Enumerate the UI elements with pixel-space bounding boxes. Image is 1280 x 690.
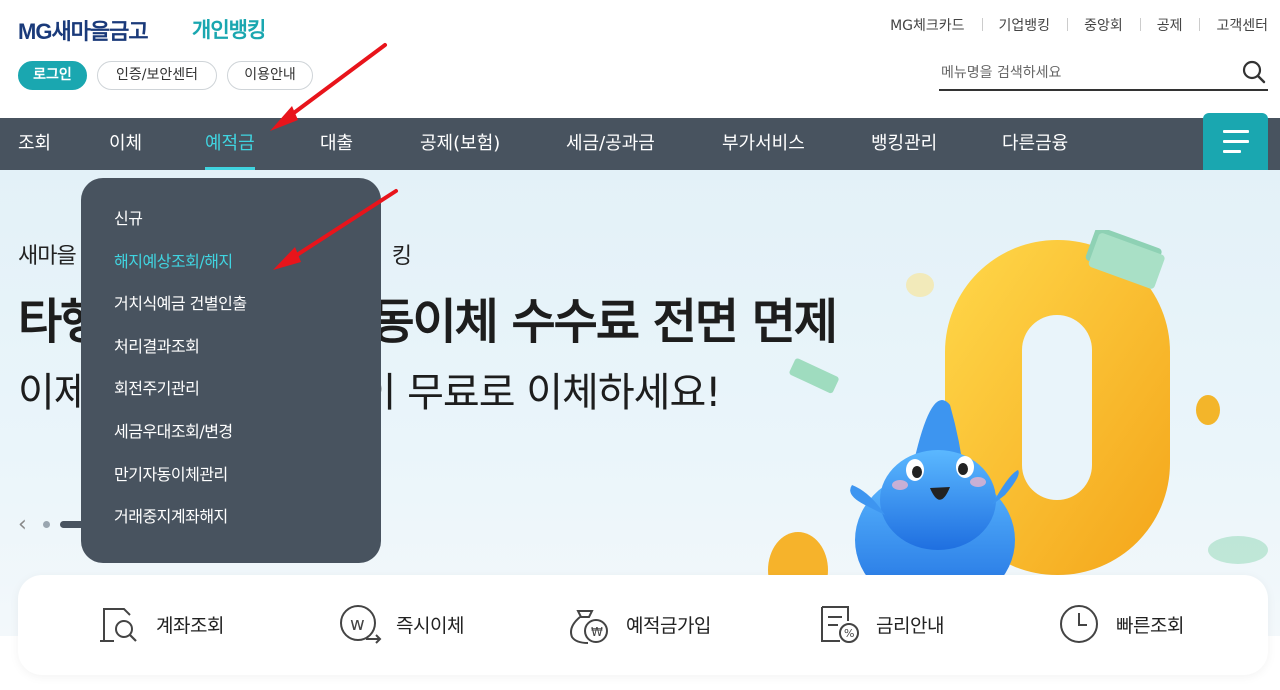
submenu-dormant-account-termination[interactable]: 거래중지계좌해지 — [81, 503, 381, 546]
quick-fast-inquiry[interactable]: 빠른조회 — [1058, 603, 1184, 645]
nav-taxes[interactable]: 세금/공과금 — [566, 118, 655, 170]
submenu-termination-inquiry[interactable]: 해지예상조회/해지 — [81, 248, 381, 291]
money-bag-icon: ₩ — [570, 610, 608, 644]
deposits-submenu: 신규 해지예상조회/해지 거치식예금 건별인출 처리결과조회 회전주기관리 세금… — [81, 178, 381, 563]
utility-links: MG체크카드 기업뱅킹 중앙회 공제 고객센터 — [873, 15, 1268, 35]
submenu-result-inquiry[interactable]: 처리결과조회 — [81, 333, 381, 376]
quick-deposit-signup[interactable]: ₩ 예적금가입 — [566, 603, 711, 645]
util-link-insurance[interactable]: 공제 — [1139, 15, 1200, 35]
usage-guide-button[interactable]: 이용안내 — [227, 61, 313, 90]
chevron-left-icon[interactable]: ‹ — [18, 512, 27, 537]
submenu-rotation-cycle[interactable]: 회전주기관리 — [81, 375, 381, 418]
util-link-customer-center[interactable]: 고객센터 — [1199, 15, 1268, 35]
submenu-lump-sum-withdrawal[interactable]: 거치식예금 건별인출 — [81, 290, 381, 333]
quick-interest-info[interactable]: % 금리안내 — [818, 603, 944, 645]
brand-logo[interactable]: MG새마을금고 — [18, 14, 149, 46]
cert-security-center-button[interactable]: 인증/보안센터 — [97, 61, 217, 90]
clock-icon — [1060, 605, 1098, 643]
nav-inquiry[interactable]: 조회 — [18, 118, 51, 170]
nav-deposits[interactable]: 예적금 — [205, 118, 255, 170]
util-link-central[interactable]: 중앙회 — [1067, 15, 1140, 35]
personal-banking-label[interactable]: 개인뱅킹 — [192, 14, 266, 44]
won-transfer-icon: w — [340, 605, 382, 644]
submenu-maturity-auto-transfer[interactable]: 만기자동이체관리 — [81, 461, 381, 504]
search-icon[interactable] — [1242, 60, 1266, 84]
util-link-check-card[interactable]: MG체크카드 — [873, 15, 981, 35]
svg-text:₩: ₩ — [591, 625, 603, 639]
main-navigation: 조회 이체 예적금 대출 공제(보험) 세금/공과금 부가서비스 뱅킹관리 다른… — [0, 118, 1280, 170]
nav-insurance[interactable]: 공제(보험) — [420, 118, 500, 170]
nav-transfer[interactable]: 이체 — [109, 118, 142, 170]
menu-search — [939, 58, 1268, 91]
all-menu-button[interactable] — [1203, 113, 1268, 170]
search-input[interactable] — [939, 58, 1229, 88]
submenu-tax-benefit[interactable]: 세금우대조회/변경 — [81, 418, 381, 461]
login-button[interactable]: 로그인 — [18, 61, 87, 90]
quick-menu: 계좌조회 w 즉시이체 ₩ 예적금가입 % 금리안내 빠른조회 — [18, 575, 1268, 675]
submenu-new[interactable]: 신규 — [81, 205, 381, 248]
header: MG새마을금고 개인뱅킹 로그인 인증/보안센터 이용안내 MG체크카드 기업뱅… — [0, 0, 1280, 118]
util-link-corporate-banking[interactable]: 기업뱅킹 — [981, 15, 1068, 35]
account-search-icon — [100, 608, 137, 642]
carousel-dot[interactable] — [42, 521, 50, 528]
nav-extra-services[interactable]: 부가서비스 — [722, 118, 805, 170]
nav-other-finance[interactable]: 다른금융 — [1002, 118, 1068, 170]
quick-account-inquiry[interactable]: 계좌조회 — [98, 603, 224, 645]
quick-instant-transfer[interactable]: w 즉시이체 — [338, 603, 464, 645]
svg-text:w: w — [350, 614, 364, 635]
nav-loans[interactable]: 대출 — [320, 118, 353, 170]
nav-banking-management[interactable]: 뱅킹관리 — [871, 118, 937, 170]
interest-rate-document-icon: % — [821, 606, 859, 643]
hamburger-icon — [1223, 130, 1249, 133]
svg-text:%: % — [844, 627, 854, 640]
